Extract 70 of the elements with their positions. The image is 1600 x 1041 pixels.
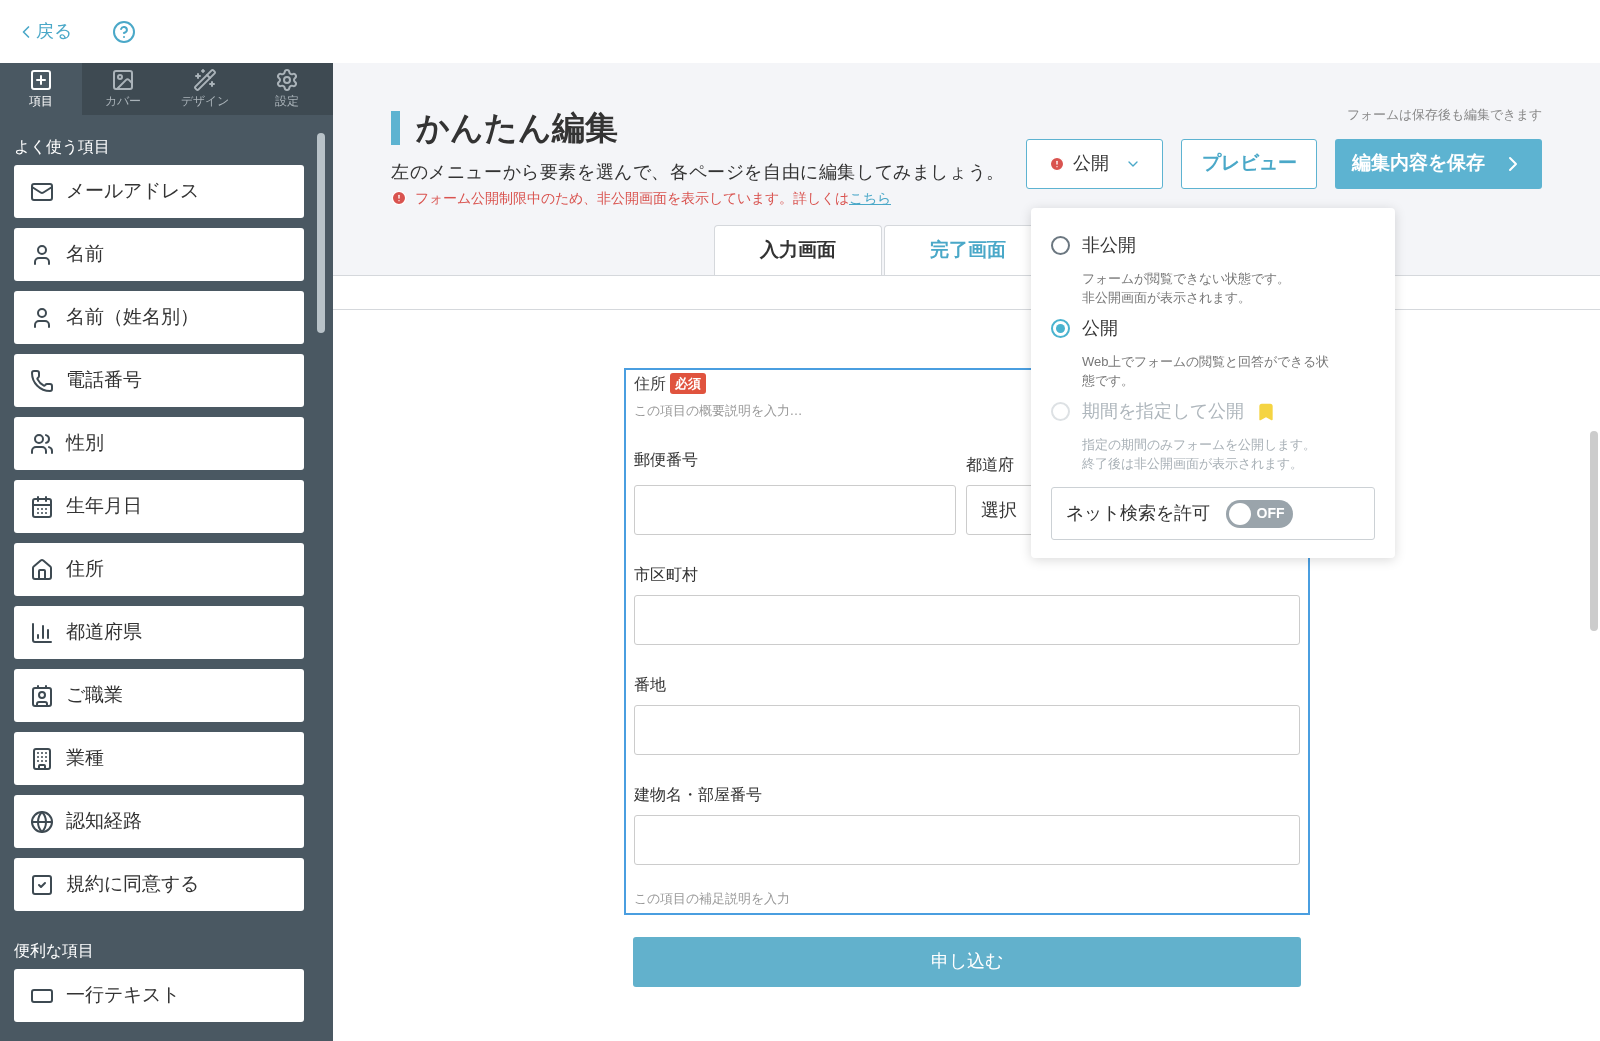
required-badge: 必須 xyxy=(669,372,706,395)
field-type-item[interactable]: 規約に同意する xyxy=(14,858,304,911)
sidebar-tab[interactable]: 項目 xyxy=(0,63,82,115)
sidebar-tab[interactable]: デザイン xyxy=(164,63,246,115)
radio-button[interactable] xyxy=(1051,236,1070,255)
toggle-label: ネット検索を許可 xyxy=(1066,502,1210,525)
field-label: 市区町村 xyxy=(633,565,699,585)
house-icon xyxy=(30,557,54,582)
option-description: フォームが閲覧できない状態です。 xyxy=(1082,270,1291,288)
input-field[interactable] xyxy=(633,815,1300,865)
building-icon xyxy=(30,746,54,771)
field-label: 都道府 xyxy=(965,455,1014,475)
field-type-item[interactable]: 名前（姓名別） xyxy=(14,291,304,344)
alert-icon xyxy=(391,190,407,206)
section-heading: よく使う項目 xyxy=(14,137,111,157)
field-type-item[interactable]: 一行テキスト xyxy=(14,969,304,1022)
title-accent-bar xyxy=(391,110,400,145)
people-icon xyxy=(30,431,54,456)
page-title: かんたん編集 xyxy=(416,108,618,148)
publish-option[interactable]: 非公開 フォームが閲覧できない状態です。 非公開画面が表示されます。 xyxy=(1051,232,1375,307)
option-description: 終了後は非公開画面が表示されます。 xyxy=(1082,455,1304,473)
field-type-item[interactable]: 都道府県 xyxy=(14,606,304,659)
field-label: 郵便番号 xyxy=(633,450,699,470)
plus-square-icon xyxy=(29,68,53,92)
field-type-item[interactable]: 名前 xyxy=(14,228,304,281)
option-label: 期間を指定して公開 xyxy=(1082,400,1244,423)
field-type-item[interactable]: メールアドレス xyxy=(14,165,304,218)
input-field[interactable] xyxy=(633,485,956,535)
description-input[interactable]: この項目の概要説明を入力… xyxy=(633,400,894,420)
checkbox-icon xyxy=(30,872,54,897)
bar-chart-icon xyxy=(30,620,54,645)
page-subtitle: 左のメニューから要素を選んで、各ページを自由に編集してみましょう。 xyxy=(391,160,1005,184)
phone-icon xyxy=(30,368,54,393)
input-field[interactable] xyxy=(633,705,1300,755)
page-tab[interactable]: 入力画面 xyxy=(714,224,882,275)
settings-icon xyxy=(275,68,299,92)
radio-button[interactable] xyxy=(1051,319,1070,338)
option-label: 非公開 xyxy=(1082,234,1136,257)
option-description: Web上でフォームの閲覧と回答ができる状 xyxy=(1082,353,1331,371)
field-label: 番地 xyxy=(633,675,667,695)
sidebar-tab[interactable]: 設定 xyxy=(246,63,328,115)
image-icon xyxy=(111,68,135,92)
status-dropdown[interactable]: 公開 xyxy=(1026,138,1163,189)
publish-option[interactable]: 公開 Web上でフォームの閲覧と回答ができる状 態です。 xyxy=(1051,315,1375,390)
option-description: 指定の期間のみフォームを公開します。 xyxy=(1082,436,1317,454)
calendar-icon xyxy=(30,494,54,519)
id-card-icon xyxy=(30,683,54,708)
help-icon[interactable] xyxy=(112,19,136,44)
bookmark-icon xyxy=(1256,401,1276,422)
section-heading: 便利な項目 xyxy=(14,941,95,961)
option-description: 態です。 xyxy=(1082,372,1135,390)
field-type-item[interactable]: 生年月日 xyxy=(14,480,304,533)
input-field[interactable] xyxy=(633,595,1300,645)
field-type-item[interactable]: 性別 xyxy=(14,417,304,470)
option-label: 公開 xyxy=(1082,317,1118,340)
field-type-item[interactable]: 認知経路 xyxy=(14,795,304,848)
save-hint: フォームは保存後も編集できます xyxy=(1347,106,1542,124)
field-type-item[interactable]: 業種 xyxy=(14,732,304,785)
field-type-item[interactable]: 電話番号 xyxy=(14,354,304,407)
field-type-item[interactable]: ご職業 xyxy=(14,669,304,722)
globe-icon xyxy=(30,809,54,834)
field-label: 住所 xyxy=(633,373,666,394)
warning-text: フォーム公開制限中のため、非公開画面を表示しています。詳しくは こちら xyxy=(415,188,891,208)
alert-icon xyxy=(1048,155,1065,172)
sidebar-tab[interactable]: カバー xyxy=(82,63,164,115)
magic-wand-icon xyxy=(193,68,217,92)
field-type-item[interactable]: 住所 xyxy=(14,543,304,596)
field-label: 建物名・部屋番号 xyxy=(633,785,763,805)
note-input[interactable]: この項目の補足説明を入力 xyxy=(633,889,894,909)
option-description: 非公開画面が表示されます。 xyxy=(1082,289,1252,307)
